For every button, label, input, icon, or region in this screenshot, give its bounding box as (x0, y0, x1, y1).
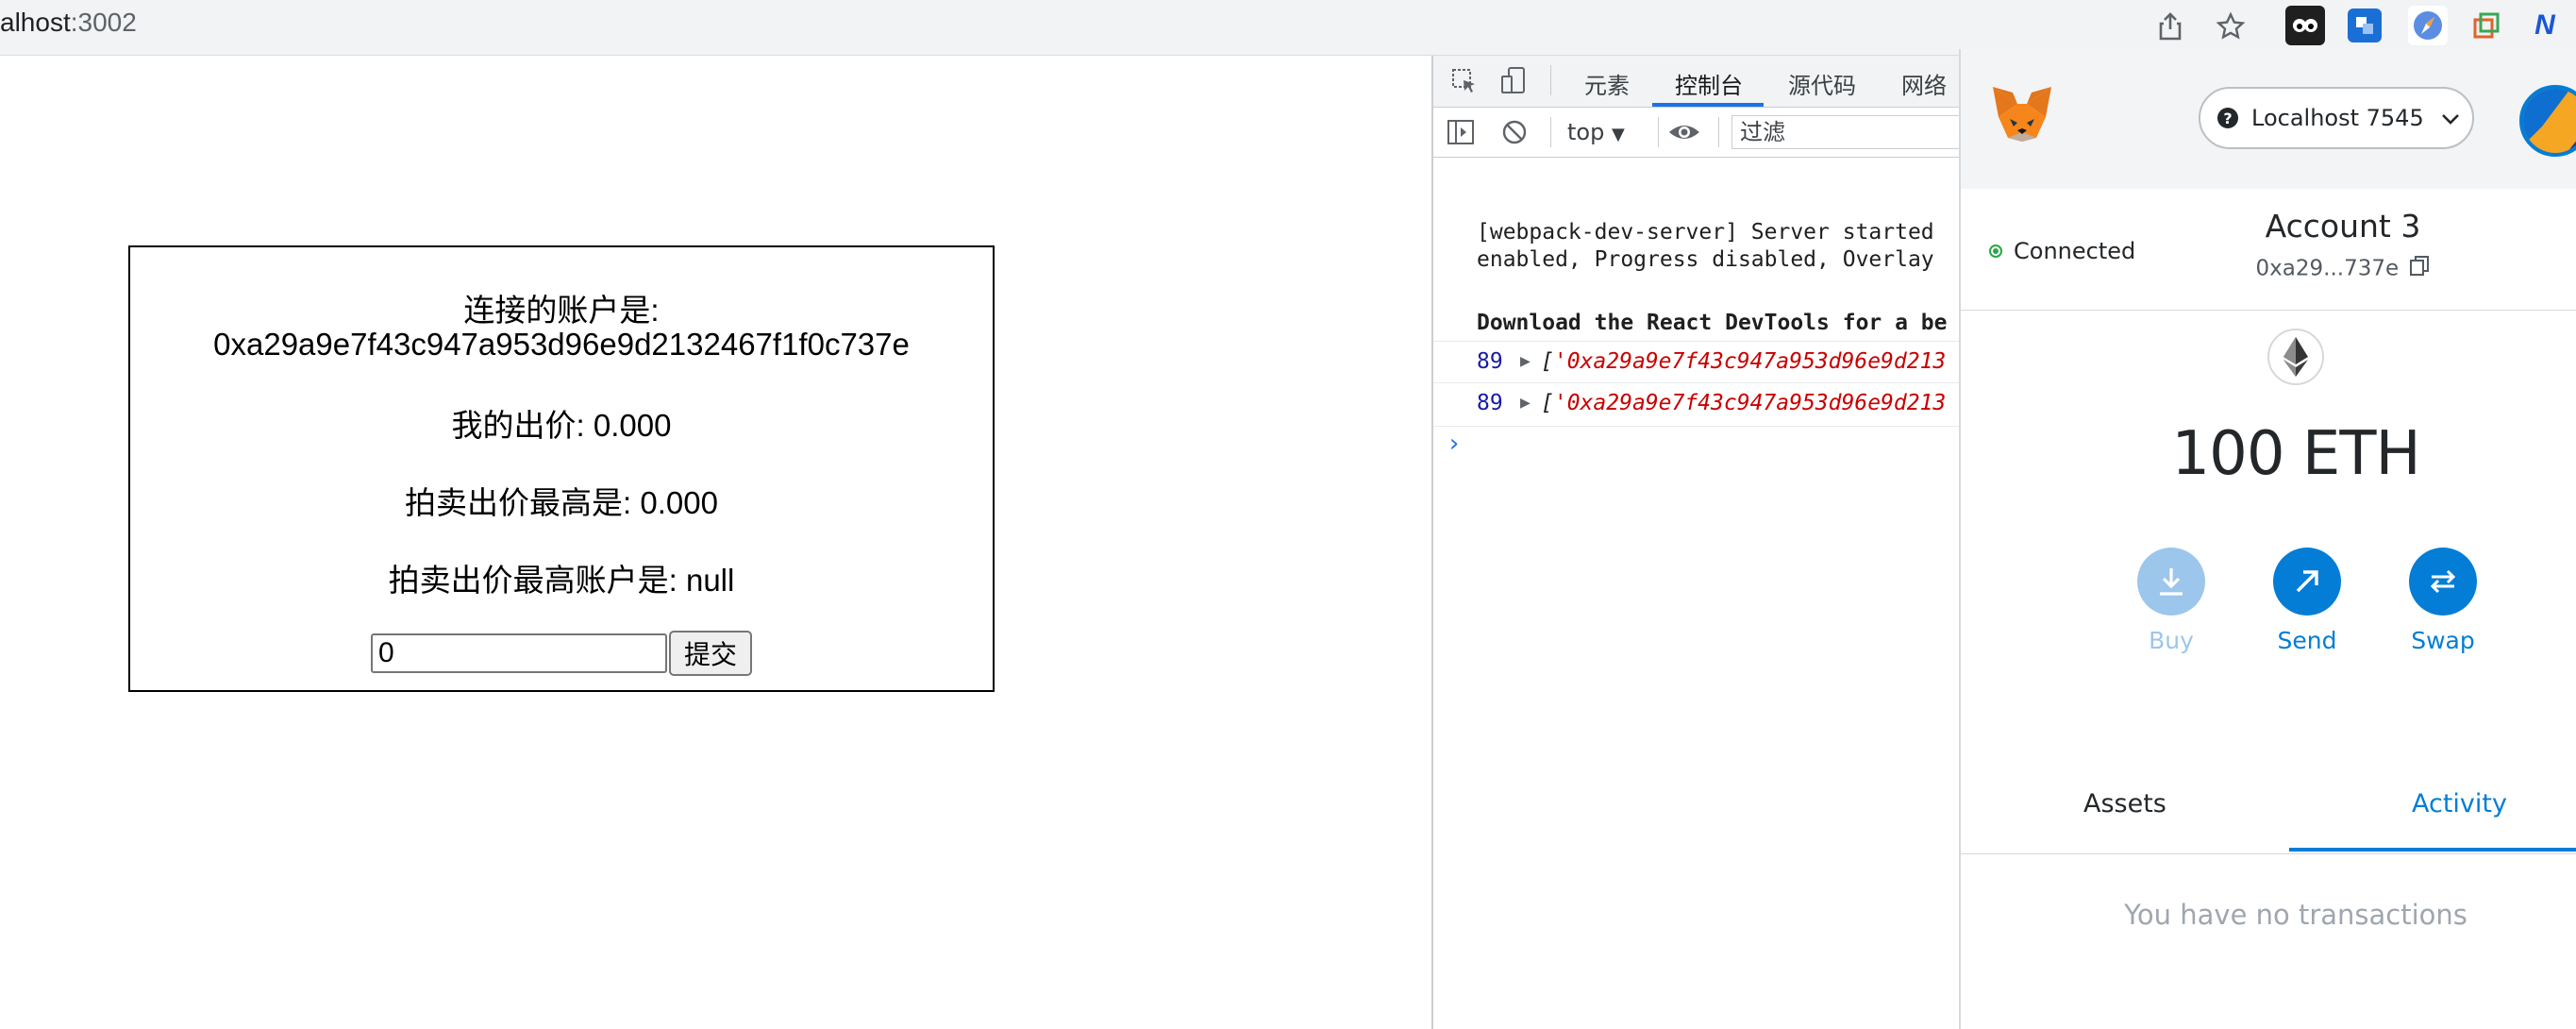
my-bid: 我的出价: 0.000 (451, 408, 672, 443)
metamask-tabs: Assets Activity (1961, 759, 2576, 854)
account-address-short[interactable]: 0xa29...737e (2187, 255, 2499, 283)
ext-panda-icon[interactable] (2285, 6, 2325, 45)
dapp-page: 连接的账户是: 0xa29a9e7f43c947a953d96e9d213246… (0, 56, 1431, 1029)
console-message: enabled, Progress disabled, Overlay (1477, 247, 1934, 272)
metamask-header: ? Localhost 7545 (1961, 49, 2576, 190)
console-log-row[interactable]: 89 ▶ ['0xa29a9e7f43c947a953d96e9d213 (1433, 382, 1959, 423)
auction-card: 连接的账户是: 0xa29a9e7f43c947a953d96e9d213246… (128, 245, 995, 692)
expand-triangle-icon[interactable]: ▶ (1520, 351, 1531, 371)
console-log-row[interactable]: 89 ▶ ['0xa29a9e7f43c947a953d96e9d213 (1433, 341, 1959, 381)
network-name: Localhost 7545 (2251, 105, 2424, 131)
highest-bid: 拍卖出价最高是: 0.000 (405, 485, 718, 520)
account-avatar[interactable] (2519, 85, 2576, 157)
device-toggle-icon[interactable] (1499, 65, 1530, 101)
network-selector[interactable]: ? Localhost 7545 (2199, 87, 2474, 149)
share-icon[interactable] (2151, 8, 2189, 45)
metamask-popup: ? Localhost 7545 Connected Account 3 0xa… (1959, 49, 2576, 1029)
context-label: top (1567, 119, 1605, 145)
address-bar[interactable]: alhost:3002 (0, 8, 137, 38)
account-address: 0xa29a9e7f43c947a953d96e9d2132467f1f0c73… (213, 327, 910, 362)
devtools-tabbar: 元素 控制台 源代码 网络 (1433, 56, 1959, 108)
log-source-line: 89 (1477, 349, 1503, 374)
ext-copy-icon[interactable] (2467, 6, 2506, 45)
account-label: 连接的账户是: (463, 293, 660, 328)
balance: 100 ETH (2171, 419, 2420, 489)
context-selector[interactable]: top ▼ (1567, 119, 1625, 145)
log-array: ['0xa29a9e7f43c947a953d96e9d213 (1541, 349, 1947, 374)
dropdown-arrow-icon: ▼ (1611, 125, 1625, 144)
ext-n-label: N (2534, 9, 2555, 41)
eth-icon (2267, 329, 2324, 385)
console-message: [webpack-dev-server] Server started (1477, 220, 1934, 245)
submit-button[interactable]: 提交 (668, 631, 752, 676)
eye-icon[interactable] (1667, 119, 1701, 151)
send-label: Send (2277, 627, 2337, 654)
buy-icon (2137, 548, 2205, 616)
account-bar: Connected Account 3 0xa29...737e (1961, 189, 2576, 311)
buy-button[interactable]: Buy (2119, 548, 2223, 654)
tab-sources[interactable]: 源代码 (1788, 67, 1856, 100)
tab-elements[interactable]: 元素 (1584, 67, 1630, 100)
highest-bidder: 拍卖出价最高账户是: null (388, 563, 735, 598)
chevron-down-icon (2441, 105, 2460, 131)
url-host: alhost (0, 8, 71, 37)
bid-input[interactable] (370, 633, 667, 673)
connected-status[interactable]: Connected (1989, 238, 2135, 264)
ext-n-icon[interactable]: N (2525, 6, 2565, 45)
metamask-fox-icon[interactable] (1989, 85, 2055, 151)
swap-icon (2409, 548, 2477, 616)
sidebar-toggle-icon[interactable] (1447, 119, 1475, 151)
swap-label: Swap (2411, 627, 2475, 654)
console-toolbar: top ▼ 过滤 (1433, 108, 1977, 158)
tab-activity[interactable]: Activity (2412, 789, 2507, 818)
active-tab-indicator (2289, 848, 2576, 852)
send-arrow-icon (2273, 548, 2341, 616)
console-message: Download the React DevTools for a be (1477, 311, 1948, 335)
connected-dot-icon (1989, 245, 2002, 258)
swap-button[interactable]: Swap (2391, 548, 2495, 654)
clear-console-icon[interactable] (1501, 119, 1528, 151)
tab-assets[interactable]: Assets (2083, 789, 2166, 818)
empty-transactions: You have no transactions (2124, 899, 2467, 931)
browser-toolbar: alhost:3002 N (0, 0, 2576, 56)
connected-label: Connected (2014, 238, 2136, 264)
tab-network[interactable]: 网络 (1901, 67, 1947, 100)
inspect-icon[interactable] (1450, 67, 1479, 101)
question-icon: ? (2217, 108, 2238, 128)
devtools-panel: 元素 控制台 源代码 网络 top ▼ 过滤 [webpack-dev-serv… (1431, 56, 1977, 1029)
ext-compass-icon[interactable] (2408, 6, 2448, 45)
log-source-line: 89 (1477, 391, 1503, 415)
log-array: ['0xa29a9e7f43c947a953d96e9d213 (1541, 391, 1947, 415)
copy-icon[interactable] (2409, 255, 2430, 283)
ext-translate-icon[interactable] (2348, 8, 2382, 42)
active-tab-indicator (1652, 103, 1764, 107)
star-icon[interactable] (2212, 8, 2250, 45)
send-button[interactable]: Send (2255, 548, 2359, 654)
buy-label: Buy (2149, 627, 2194, 654)
expand-triangle-icon[interactable]: ▶ (1520, 393, 1531, 413)
console-prompt-icon[interactable]: › (1447, 430, 1462, 458)
bid-form: 提交 (130, 631, 993, 676)
console-filter-input[interactable]: 过滤 (1731, 115, 1977, 149)
url-port: :3002 (70, 8, 137, 37)
account-name: Account 3 (2265, 208, 2421, 245)
tab-console[interactable]: 控制台 (1675, 67, 1743, 100)
